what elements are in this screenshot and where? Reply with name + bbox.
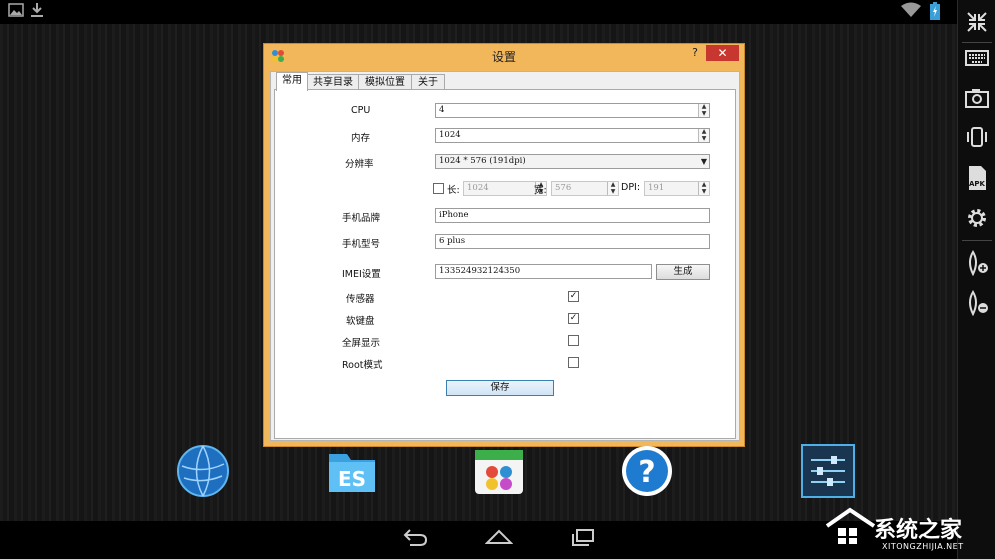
brand-label: 手机品牌	[342, 213, 381, 224]
settings-dialog: 设置 ? ✕ 常用 共享目录 模拟位置 关于 CPU 4 ▲ ▼ 内存 1024 …	[263, 43, 745, 447]
toolbar-divider	[962, 240, 992, 241]
settings-sliders-icon[interactable]	[801, 444, 855, 498]
wifi-icon	[900, 2, 922, 23]
model-input[interactable]: 6 plus	[435, 234, 710, 249]
shake-icon[interactable]	[964, 125, 990, 151]
soft-keyboard-label: 软键盘	[346, 316, 375, 327]
help-icon[interactable]: ?	[620, 444, 674, 498]
dpi-spinbox[interactable]: 191 ▲ ▼	[644, 181, 710, 196]
browser-globe-icon[interactable]	[176, 444, 230, 498]
dpi-label: DPI:	[621, 182, 641, 193]
width-label: 宽:	[534, 185, 547, 196]
spin-arrows-icon[interactable]: ▲ ▼	[698, 128, 709, 142]
recents-icon[interactable]	[570, 527, 596, 554]
toolbar-divider	[962, 42, 992, 43]
download-icon	[30, 2, 44, 23]
spin-arrows-icon[interactable]: ▲ ▼	[698, 103, 709, 117]
svg-text:APK: APK	[969, 180, 986, 188]
length-label: 长:	[447, 185, 460, 196]
svg-text:ES: ES	[338, 467, 366, 491]
image-icon	[8, 2, 24, 22]
apk-icon[interactable]: APK	[964, 165, 990, 191]
volume-down-icon[interactable]	[964, 290, 990, 317]
imei-label: IMEI设置	[342, 269, 381, 280]
dialog-client: 常用 共享目录 模拟位置 关于 CPU 4 ▲ ▼ 内存 1024 ▲ ▼ 分辨率 …	[270, 71, 740, 441]
gear-icon[interactable]	[964, 206, 990, 232]
imei-input[interactable]: 133524932124350	[435, 264, 652, 279]
volume-up-icon[interactable]	[964, 250, 990, 277]
width-value: 576	[555, 183, 572, 193]
back-icon[interactable]	[402, 527, 428, 554]
keyboard-icon[interactable]	[964, 46, 990, 72]
generate-imei-button[interactable]: 生成	[656, 264, 710, 280]
root-mode-label: Root模式	[342, 360, 383, 371]
shrink-icon[interactable]	[964, 10, 990, 36]
custom-resolution-checkbox[interactable]	[433, 183, 444, 194]
camera-icon[interactable]	[964, 86, 990, 112]
dialog-title: 设置	[491, 50, 516, 64]
help-button[interactable]: ?	[688, 46, 702, 62]
resolution-label: 分辨率	[345, 159, 374, 170]
watermark-logo: 系统之家 XITONGZHIJIA.NET	[822, 502, 992, 558]
resolution-dropdown[interactable]: 1024 * 576 (191dpi) ▼	[435, 154, 710, 169]
soft-keyboard-checkbox[interactable]: ✓	[568, 313, 579, 324]
cpu-value: 4	[439, 105, 445, 115]
battery-icon	[930, 2, 940, 25]
width-spinbox[interactable]: 576 ▲ ▼	[551, 181, 619, 196]
fullscreen-checkbox[interactable]	[568, 335, 579, 346]
emulator-toolbar: APK	[957, 0, 995, 559]
navigation-bar	[0, 521, 957, 559]
home-icon[interactable]	[484, 527, 514, 554]
status-bar	[0, 0, 957, 24]
memory-value: 1024	[439, 130, 461, 140]
chevron-down-icon: ▼	[700, 157, 707, 166]
cpu-label: CPU	[351, 105, 371, 116]
root-mode-checkbox[interactable]	[568, 357, 579, 368]
watermark-url: XITONGZHIJIA.NET	[882, 542, 964, 551]
close-button[interactable]: ✕	[706, 45, 739, 61]
sensor-checkbox[interactable]: ✓	[568, 291, 579, 302]
memory-spinbox[interactable]: 1024 ▲ ▼	[435, 128, 710, 143]
memory-label: 内存	[351, 133, 371, 144]
save-button[interactable]: 保存	[446, 380, 554, 396]
model-label: 手机型号	[342, 239, 381, 250]
dpi-value: 191	[648, 183, 665, 193]
app-store-icon[interactable]	[472, 444, 526, 498]
spin-arrows-icon[interactable]: ▲ ▼	[698, 181, 709, 195]
resolution-value: 1024 * 576 (191dpi)	[439, 156, 526, 166]
es-file-explorer-icon[interactable]: ES	[325, 444, 379, 498]
fullscreen-label: 全屏显示	[342, 338, 381, 349]
tab-general[interactable]: 常用	[276, 72, 308, 91]
svg-text:?: ?	[638, 455, 655, 490]
length-value: 1024	[467, 183, 489, 193]
spin-arrows-icon[interactable]: ▲ ▼	[607, 181, 618, 195]
cpu-spinbox[interactable]: 4 ▲ ▼	[435, 103, 710, 118]
general-panel: CPU 4 ▲ ▼ 内存 1024 ▲ ▼ 分辨率 1024 * 576 (191d…	[274, 89, 736, 439]
dialog-titlebar[interactable]: 设置 ? ✕	[264, 44, 744, 68]
sensor-label: 传感器	[346, 294, 375, 305]
watermark-text: 系统之家	[874, 518, 963, 543]
brand-input[interactable]: iPhone	[435, 208, 710, 223]
